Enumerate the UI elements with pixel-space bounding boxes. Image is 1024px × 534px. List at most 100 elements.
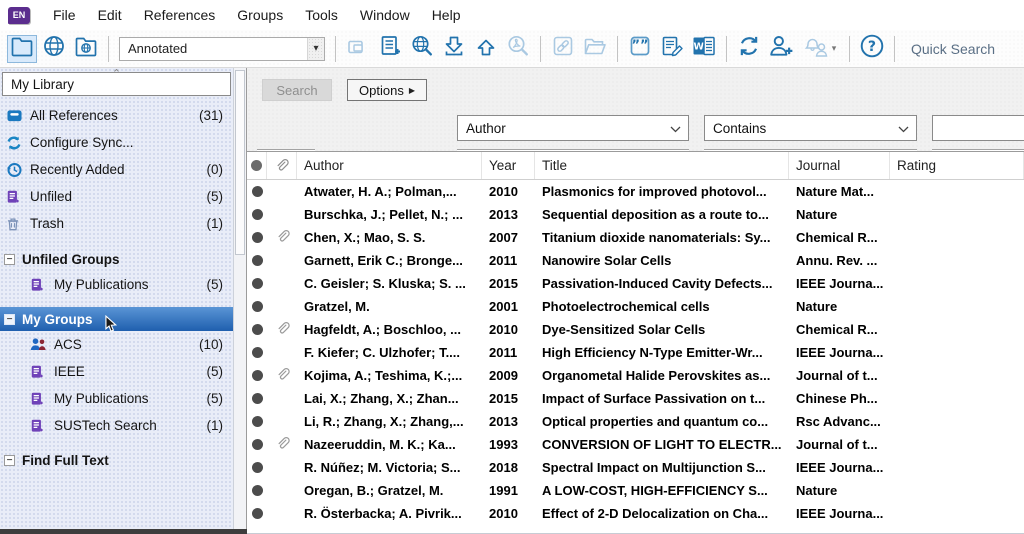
attachment-column-header[interactable]: [267, 152, 297, 179]
cell-year: 2013: [482, 414, 535, 429]
list-header-row: Author Year Title Journal Rating: [247, 152, 1024, 180]
reference-row[interactable]: Li, R.; Zhang, X.; Zhang,...2013Optical …: [247, 410, 1024, 433]
reference-row[interactable]: Gratzel, M.2001Photoelectrochemical cell…: [247, 295, 1024, 318]
cell-title: Organometal Halide Perovskites as...: [535, 368, 789, 383]
reference-row[interactable]: C. Geisler; S. Kluska; S. ...2015Passiva…: [247, 272, 1024, 295]
cell-journal: Rsc Advanc...: [789, 414, 890, 429]
section-header-find-full-text[interactable]: −Find Full Text: [0, 448, 233, 472]
options-button[interactable]: Options ▶: [347, 79, 427, 101]
reference-list: Author Year Title Journal Rating Atwater…: [247, 152, 1024, 534]
endnote-logo-icon[interactable]: EN: [8, 7, 30, 24]
new-reference-button[interactable]: [375, 35, 405, 63]
sidebar-item-my-publications[interactable]: My Publications(5): [0, 385, 233, 412]
section-header-my-groups[interactable]: −My Groups: [0, 307, 233, 331]
online-search-button[interactable]: [407, 35, 437, 63]
chevron-down-icon[interactable]: ▾: [307, 38, 324, 60]
collapse-expander-icon[interactable]: −: [4, 314, 15, 325]
group-label: Recently Added: [30, 162, 207, 177]
reference-row[interactable]: Nazeeruddin, M. K.; Ka...1993CONVERSION …: [247, 433, 1024, 456]
search-field-select[interactable]: Author: [457, 115, 689, 141]
column-header-journal[interactable]: Journal: [789, 152, 890, 179]
reference-row[interactable]: Oregan, B.; Gratzel, M.1991A LOW-COST, H…: [247, 479, 1024, 502]
menu-help[interactable]: Help: [421, 3, 472, 27]
cell-journal: IEEE Journa...: [789, 345, 890, 360]
link-icon: [551, 34, 575, 63]
reference-row[interactable]: Garnett, Erik C.; Bronge...2011Nanowire …: [247, 249, 1024, 272]
collapse-expander-icon[interactable]: −: [4, 455, 15, 466]
cell-journal: IEEE Journa...: [789, 506, 890, 521]
cell-author: Li, R.; Zhang, X.; Zhang,...: [297, 414, 482, 429]
paperclip-icon: [275, 320, 290, 340]
local-library-mode-button[interactable]: [7, 35, 37, 63]
c-clip: [267, 228, 297, 248]
sidebar-item-ieee[interactable]: IEEE(5): [0, 358, 233, 385]
column-header-author[interactable]: Author: [297, 152, 482, 179]
notifications-button[interactable]: ▾: [798, 35, 842, 63]
menu-window[interactable]: Window: [349, 3, 421, 27]
menu-references[interactable]: References: [133, 3, 227, 27]
toolbar-separator: [617, 36, 618, 62]
cell-author: R. Núñez; M. Victoria; S...: [297, 460, 482, 475]
c-dot: [247, 232, 267, 243]
column-header-rating[interactable]: Rating: [890, 152, 1024, 179]
cell-year: 2018: [482, 460, 535, 475]
reference-row[interactable]: R. Österbacka; A. Pivrik...2010Effect of…: [247, 502, 1024, 525]
help-button[interactable]: ?: [857, 35, 887, 63]
reference-row[interactable]: Burschka, J.; Pellet, N.; ...2013Sequent…: [247, 203, 1024, 226]
reference-row[interactable]: Atwater, H. A.; Polman,...2010Plasmonics…: [247, 180, 1024, 203]
reference-row[interactable]: R. Núñez; M. Victoria; S...2018Spectral …: [247, 456, 1024, 479]
cell-year: 2010: [482, 322, 535, 337]
group-count: (1): [207, 216, 234, 231]
sync-library-button[interactable]: [734, 35, 764, 63]
reference-row[interactable]: Kojima, A.; Teshima, K.;...2009Organomet…: [247, 364, 1024, 387]
section-header-unfiled-groups[interactable]: −Unfiled Groups: [0, 247, 233, 271]
export-to-word-button[interactable]: W: [689, 35, 719, 63]
search-value-input[interactable]: [932, 115, 1024, 141]
sidebar-item-configure-sync-[interactable]: Configure Sync...: [0, 129, 233, 156]
unread-dot-icon: [252, 485, 263, 496]
search-field-value: Author: [458, 121, 670, 136]
sidebar-item-sustech-search[interactable]: SUSTech Search(1): [0, 412, 233, 439]
my-library-header[interactable]: ⌃ My Library: [2, 72, 231, 96]
sidebar-item-all-references[interactable]: All References(31): [0, 102, 233, 129]
import-button[interactable]: [439, 35, 469, 63]
attach-file-button[interactable]: [548, 35, 578, 63]
online-search-mode-button[interactable]: [39, 35, 69, 63]
scrollbar-thumb[interactable]: [235, 70, 245, 255]
copy-to-local-library-button[interactable]: [343, 35, 373, 63]
search-operator-select[interactable]: Contains: [704, 115, 917, 141]
menu-tools[interactable]: Tools: [294, 3, 349, 27]
reference-row[interactable]: Chen, X.; Mao, S. S.2007Titanium dioxide…: [247, 226, 1024, 249]
menu-groups[interactable]: Groups: [226, 3, 294, 27]
find-full-text-button[interactable]: [503, 35, 533, 63]
sidebar-item-trash[interactable]: Trash(1): [0, 210, 233, 237]
menu-edit[interactable]: Edit: [87, 3, 133, 27]
insert-citation-button[interactable]: ””: [625, 35, 655, 63]
share-library-button[interactable]: [766, 35, 796, 63]
menu-file[interactable]: File: [42, 3, 87, 27]
quick-search-label[interactable]: Quick Search: [911, 41, 995, 57]
cell-title: High Efficiency N-Type Emitter-Wr...: [535, 345, 789, 360]
sidebar-item-my-publications[interactable]: My Publications(5): [0, 271, 233, 298]
unread-dot-icon: [252, 462, 263, 473]
format-paper-button[interactable]: [657, 35, 687, 63]
output-style-select[interactable]: Annotated ▾: [119, 37, 325, 61]
reference-row[interactable]: Hagfeldt, A.; Boschloo, ...2010Dye-Sensi…: [247, 318, 1024, 341]
open-file-button[interactable]: [580, 35, 610, 63]
reference-row[interactable]: F. Kiefer; C. Ulzhofer; T....2011High Ef…: [247, 341, 1024, 364]
integrated-mode-button[interactable]: [71, 35, 101, 63]
column-header-title[interactable]: Title: [535, 152, 789, 179]
collapse-expander-icon[interactable]: −: [4, 254, 15, 265]
sidebar-scrollbar[interactable]: [233, 68, 246, 534]
column-header-year[interactable]: Year: [482, 152, 535, 179]
c-dot: [247, 508, 267, 519]
cell-author: F. Kiefer; C. Ulzhofer; T....: [297, 345, 482, 360]
sidebar-item-unfiled[interactable]: Unfiled(5): [0, 183, 233, 210]
read-status-column-header[interactable]: [247, 152, 267, 179]
reference-row[interactable]: Lai, X.; Zhang, X.; Zhan...2015Impact of…: [247, 387, 1024, 410]
paperclip-icon: [275, 435, 290, 455]
sidebar-item-recently-added[interactable]: Recently Added(0): [0, 156, 233, 183]
unread-dot-icon: [252, 186, 263, 197]
export-button[interactable]: [471, 35, 501, 63]
search-button[interactable]: Search: [262, 79, 332, 101]
